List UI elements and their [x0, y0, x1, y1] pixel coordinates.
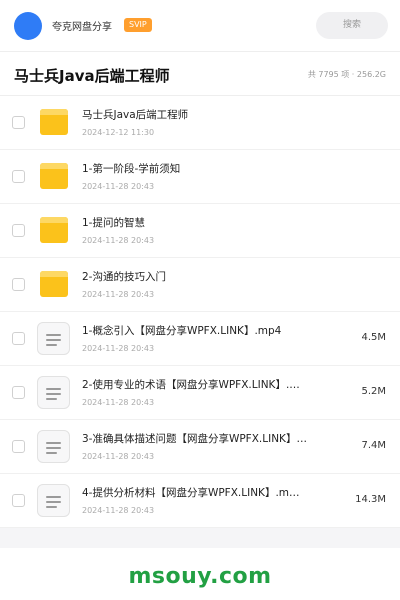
- select-checkbox[interactable]: [12, 440, 25, 453]
- footer: msouy.com: [0, 548, 400, 600]
- item-date: 2024-11-28 20:43: [82, 236, 155, 245]
- select-checkbox[interactable]: [12, 278, 25, 291]
- item-date: 2024-11-28 20:43: [82, 290, 155, 299]
- item-size: 7.4M: [361, 440, 386, 451]
- folder-icon: [40, 271, 68, 297]
- item-size: 4.5M: [361, 332, 386, 343]
- page-title: 马士兵Java后端工程师: [14, 67, 170, 85]
- svip-badge: SVIP: [124, 18, 152, 32]
- item-date: 2024-11-28 20:43: [82, 506, 155, 515]
- list-item-file[interactable]: 3-准确具体描述问题【网盘分享WPFX.LINK】… 2024-11-28 20…: [0, 420, 400, 474]
- item-date: 2024-11-28 20:43: [82, 182, 155, 191]
- list-item-folder[interactable]: 1-第一阶段-学前须知 2024-11-28 20:43: [0, 150, 400, 204]
- item-name: 马士兵Java后端工程师: [82, 109, 189, 121]
- avatar[interactable]: [14, 12, 42, 40]
- folder-icon: [40, 217, 68, 243]
- item-name: 2-使用专业的术语【网盘分享WPFX.LINK】.…: [82, 379, 300, 391]
- list-item-file[interactable]: 2-使用专业的术语【网盘分享WPFX.LINK】.… 2024-11-28 20…: [0, 366, 400, 420]
- select-checkbox[interactable]: [12, 116, 25, 129]
- select-checkbox[interactable]: [12, 386, 25, 399]
- list-item-folder[interactable]: 2-沟通的技巧入门 2024-11-28 20:43: [0, 258, 400, 312]
- folder-icon: [40, 163, 68, 189]
- item-name: 1-概念引入【网盘分享WPFX.LINK】.mp4: [82, 325, 282, 337]
- item-name: 1-提问的智慧: [82, 217, 145, 229]
- document-icon: [37, 430, 70, 463]
- list-item-folder[interactable]: 马士兵Java后端工程师 2024-12-12 11:30: [0, 96, 400, 150]
- item-date: 2024-11-28 20:43: [82, 344, 155, 353]
- select-checkbox[interactable]: [12, 170, 25, 183]
- item-name: 4-提供分析材料【网盘分享WPFX.LINK】.m…: [82, 487, 300, 499]
- item-name: 1-第一阶段-学前须知: [82, 163, 181, 175]
- username: 夸克网盘分享: [52, 22, 112, 33]
- list-item-folder[interactable]: 1-提问的智慧 2024-11-28 20:43: [0, 204, 400, 258]
- item-date: 2024-11-28 20:43: [82, 452, 155, 461]
- top-bar: 夸克网盘分享 SVIP 搜索: [0, 0, 400, 52]
- search-input[interactable]: 搜索: [316, 12, 388, 39]
- item-date: 2024-12-12 11:30: [82, 128, 155, 137]
- document-icon: [37, 484, 70, 517]
- item-size: 5.2M: [361, 386, 386, 397]
- list-item-file[interactable]: 1-概念引入【网盘分享WPFX.LINK】.mp4 2024-11-28 20:…: [0, 312, 400, 366]
- select-checkbox[interactable]: [12, 494, 25, 507]
- folder-header: 马士兵Java后端工程师 共 7795 项 · 256.2G: [0, 52, 400, 96]
- site-watermark: msouy.com: [128, 564, 272, 589]
- folder-icon: [40, 109, 68, 135]
- folder-summary: 共 7795 项 · 256.2G: [307, 70, 386, 79]
- document-icon: [37, 322, 70, 355]
- document-icon: [37, 376, 70, 409]
- item-name: 2-沟通的技巧入门: [82, 271, 166, 283]
- select-checkbox[interactable]: [12, 332, 25, 345]
- select-checkbox[interactable]: [12, 224, 25, 237]
- item-size: 14.3M: [355, 494, 386, 505]
- file-list: 马士兵Java后端工程师 2024-12-12 11:30 1-第一阶段-学前须…: [0, 96, 400, 528]
- list-item-file[interactable]: 4-提供分析材料【网盘分享WPFX.LINK】.m… 2024-11-28 20…: [0, 474, 400, 528]
- item-name: 3-准确具体描述问题【网盘分享WPFX.LINK】…: [82, 433, 307, 445]
- item-date: 2024-11-28 20:43: [82, 398, 155, 407]
